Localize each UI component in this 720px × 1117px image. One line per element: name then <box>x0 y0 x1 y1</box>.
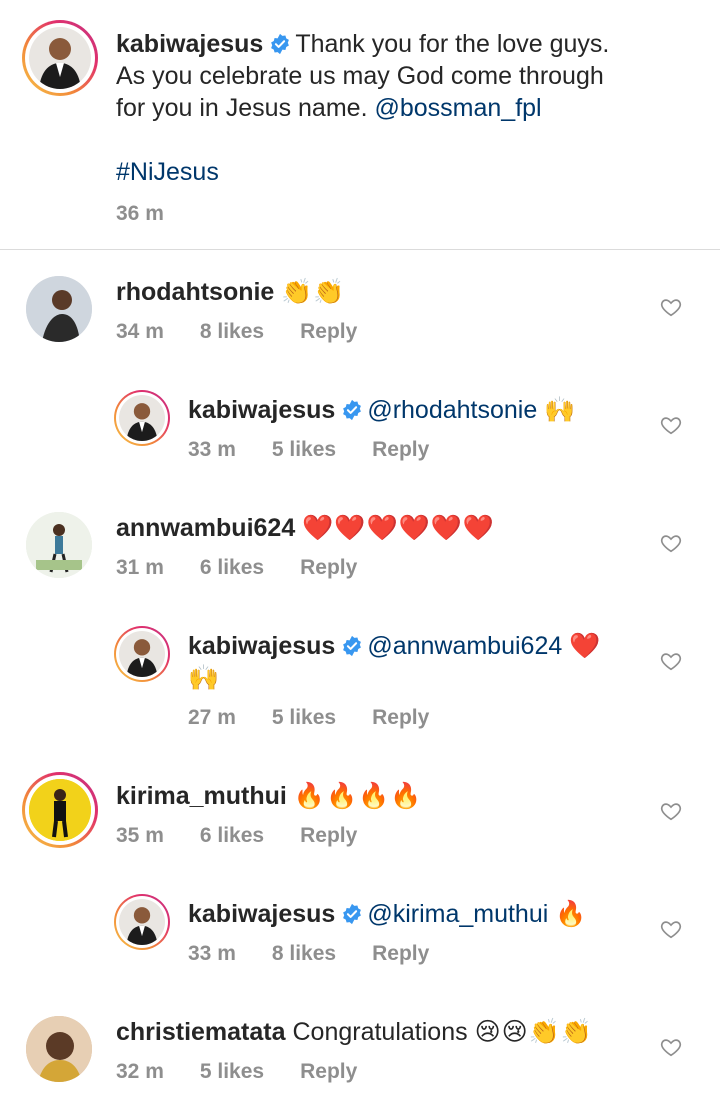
replier-avatar[interactable] <box>114 894 170 950</box>
caption-line-3: for you in Jesus name. <box>116 94 368 122</box>
comment-username[interactable]: rhodahtsonie <box>116 278 274 306</box>
reply-mention-link[interactable]: @rhodahtsonie <box>367 396 537 424</box>
replier-avatar[interactable] <box>114 390 170 446</box>
reply-likes-count[interactable]: 5 likes <box>272 438 336 462</box>
reply-likes-count[interactable]: 5 likes <box>272 706 336 730</box>
like-heart-icon[interactable] <box>660 650 682 672</box>
reply-username[interactable]: kabiwajesus <box>188 900 335 928</box>
reply-emoji: ❤️ <box>569 632 602 660</box>
reply-username[interactable]: kabiwajesus <box>188 632 335 660</box>
commenter-avatar[interactable] <box>22 772 98 848</box>
comment-username[interactable]: christiematata <box>116 1018 286 1046</box>
reply-button[interactable]: Reply <box>300 1060 357 1084</box>
reply-timestamp: 33 m <box>188 942 236 965</box>
comment-timestamp: 31 m <box>116 556 164 579</box>
caption-username[interactable]: kabiwajesus <box>116 30 263 58</box>
reply-likes-count[interactable]: 8 likes <box>272 942 336 966</box>
reply-button[interactable]: Reply <box>300 320 357 344</box>
comment-emoji: 🔥🔥🔥🔥 <box>293 782 423 810</box>
verified-badge-icon <box>271 33 290 55</box>
like-heart-icon[interactable] <box>660 800 682 822</box>
reply-button[interactable]: Reply <box>372 706 429 730</box>
reply-timestamp: 33 m <box>188 438 236 461</box>
avatar-photo <box>126 403 158 441</box>
post-caption: kabiwajesus Thank you for the love guys. … <box>0 0 720 250</box>
comment-text: Congratulations <box>292 1018 468 1046</box>
verified-badge-icon <box>343 635 362 657</box>
like-heart-icon[interactable] <box>660 918 682 940</box>
like-heart-icon[interactable] <box>660 1036 682 1058</box>
avatar-photo <box>39 38 81 89</box>
caption-line-2: As you celebrate us may God come through <box>116 62 604 90</box>
verified-badge-icon <box>343 399 362 421</box>
avatar-photo <box>26 276 92 342</box>
comment-likes-count[interactable]: 6 likes <box>200 556 264 580</box>
reply-button[interactable]: Reply <box>372 438 429 462</box>
reply-button[interactable]: Reply <box>372 942 429 966</box>
comment-likes-count[interactable]: 5 likes <box>200 1060 264 1084</box>
comment-likes-count[interactable]: 8 likes <box>200 320 264 344</box>
caption-line-1: Thank you for the love guys. <box>295 30 610 58</box>
comment-emoji: 👏👏 <box>281 278 346 306</box>
comment-timestamp: 35 m <box>116 824 164 847</box>
reply-emoji: 🔥 <box>555 900 588 928</box>
reply-username[interactable]: kabiwajesus <box>188 396 335 424</box>
commenter-avatar[interactable] <box>26 1016 92 1082</box>
comment-username[interactable]: kirima_muthui <box>116 782 287 810</box>
caption-hashtag-link[interactable]: #NiJesus <box>116 158 219 186</box>
caption-mention-link[interactable]: @bossman_fpl <box>374 94 541 122</box>
avatar-photo <box>126 639 158 677</box>
avatar-photo <box>26 512 92 578</box>
like-heart-icon[interactable] <box>660 532 682 554</box>
comment-emoji: ❤️❤️❤️❤️❤️❤️ <box>302 514 495 542</box>
reply-mention-link[interactable]: @annwambui624 <box>367 632 562 660</box>
verified-badge-icon <box>343 903 362 925</box>
commenter-avatar[interactable] <box>26 276 92 342</box>
reply-button[interactable]: Reply <box>300 824 357 848</box>
reply-emoji-line2: 🙌 <box>188 664 221 692</box>
caption-timestamp: 36 m <box>116 202 164 225</box>
reply-button[interactable]: Reply <box>300 556 357 580</box>
like-heart-icon[interactable] <box>660 414 682 436</box>
comment-username[interactable]: annwambui624 <box>116 514 295 542</box>
caption-divider <box>0 249 720 250</box>
comment-emoji: 😢😢👏👏 <box>474 1018 593 1046</box>
replier-avatar[interactable] <box>114 626 170 682</box>
reply-timestamp: 27 m <box>188 706 236 729</box>
author-avatar[interactable] <box>22 20 98 96</box>
like-heart-icon[interactable] <box>660 296 682 318</box>
reply-mention-link[interactable]: @kirima_muthui <box>367 900 548 928</box>
reply-emoji: 🙌 <box>544 396 577 424</box>
comment-likes-count[interactable]: 6 likes <box>200 824 264 848</box>
comment-timestamp: 32 m <box>116 1060 164 1083</box>
comment-timestamp: 34 m <box>116 320 164 343</box>
caption-meta: 36 m <box>116 202 164 226</box>
avatar-photo <box>126 907 158 945</box>
avatar-photo <box>29 779 91 841</box>
caption-text-block: kabiwajesus Thank you for the love guys. … <box>116 28 696 188</box>
commenter-avatar[interactable] <box>26 512 92 578</box>
avatar-photo <box>26 1016 92 1082</box>
